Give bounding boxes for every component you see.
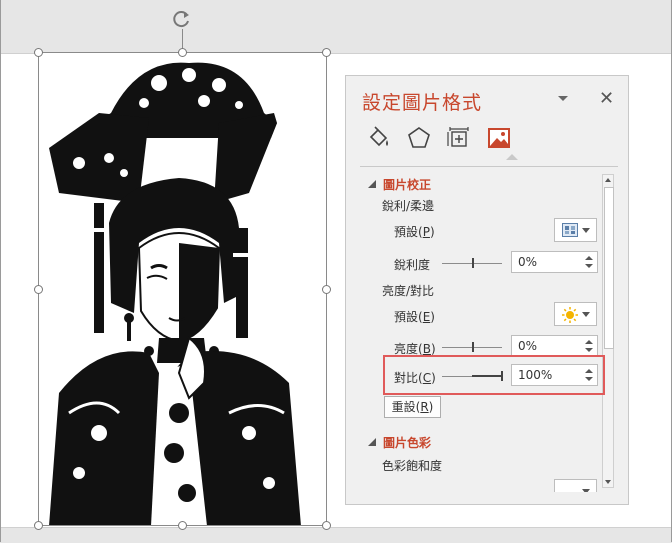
contrast-input[interactable] [512, 365, 582, 385]
pane-options-chevron-down-icon[interactable] [558, 92, 572, 106]
collapse-triangle-icon[interactable] [368, 438, 376, 446]
contrast-spinbox[interactable] [511, 364, 598, 386]
sharpness-decrease[interactable] [585, 264, 593, 268]
scroll-up-arrow-icon[interactable] [605, 178, 611, 182]
slide-canvas-top [0, 0, 672, 54]
brightness-contrast-heading: 亮度/對比 [382, 284, 435, 298]
section-picture-corrections[interactable]: 圖片校正 [383, 176, 431, 193]
resize-handle-left[interactable] [34, 285, 43, 294]
sharpness-spinbox[interactable] [511, 251, 598, 273]
scrollbar-thumb[interactable] [604, 187, 614, 349]
resize-handle-bottom[interactable] [178, 521, 187, 530]
brightness-increase[interactable] [585, 340, 593, 344]
contrast-label: 對比(C) [394, 371, 436, 385]
pane-scrollbar[interactable] [602, 174, 614, 488]
resize-handle-top[interactable] [178, 48, 187, 57]
pentagon-icon[interactable] [406, 125, 432, 151]
pane-scroll-area: 圖片校正 銳利/柔邊 預設(P) 銳利度 亮度/對比 預設(E) [346, 174, 630, 492]
resize-handle-top-right[interactable] [322, 48, 331, 57]
resize-handle-bottom-right[interactable] [322, 521, 331, 530]
brightness-input[interactable] [512, 336, 582, 356]
contrast-decrease[interactable] [585, 377, 593, 381]
reset-button[interactable]: 重設(R) [384, 396, 441, 418]
size-properties-icon[interactable] [446, 125, 472, 151]
preset-label-brightness: 預設(E) [394, 310, 435, 324]
sun-icon [562, 307, 578, 323]
active-tab-indicator [506, 154, 518, 160]
tab-divider [360, 166, 618, 167]
rotate-handle-icon[interactable] [172, 9, 192, 29]
section-picture-color[interactable]: 圖片色彩 [383, 434, 431, 451]
contrast-slider-thumb[interactable] [501, 371, 503, 381]
brightness-decrease[interactable] [585, 348, 593, 352]
format-picture-pane: 設定圖片格式 ✕ 圖片校正 銳利/柔邊 預設(P) 銳利度 0% 亮度/對比 預… [345, 75, 629, 505]
brightness-spinbox[interactable] [511, 335, 598, 357]
slide-canvas-bottom [0, 527, 672, 543]
brightness-label: 亮度(B) [394, 342, 436, 356]
selected-picture[interactable] [39, 53, 327, 526]
picture-icon[interactable] [486, 125, 512, 151]
scroll-down-arrow-icon[interactable] [605, 480, 611, 484]
collapse-triangle-icon[interactable] [368, 180, 376, 188]
sharpness-input[interactable] [512, 252, 582, 272]
sharpen-soften-heading: 銳利/柔邊 [382, 199, 435, 213]
contrast-slider-fill [472, 375, 502, 377]
sharpen-preset-dropdown[interactable] [554, 218, 597, 242]
brightness-contrast-preset-dropdown[interactable] [554, 302, 597, 326]
sharpness-label: 銳利度 [394, 258, 431, 272]
pane-tabs [360, 125, 618, 167]
pane-title: 設定圖片格式 [362, 92, 483, 114]
rotate-stem [182, 29, 183, 49]
sharpness-increase[interactable] [585, 256, 593, 260]
saturation-heading: 色彩飽和度 [382, 459, 443, 473]
brightness-slider-thumb[interactable] [472, 342, 474, 352]
pane-close-icon[interactable]: ✕ [599, 88, 614, 109]
resize-handle-right[interactable] [322, 285, 331, 294]
preset-label-sharpen: 預設(P) [394, 225, 435, 239]
sharpen-preset-icon [562, 223, 578, 237]
resize-handle-bottom-left[interactable] [34, 521, 43, 530]
saturation-preset-dropdown[interactable] [554, 479, 597, 492]
resize-handle-top-left[interactable] [34, 48, 43, 57]
paint-bucket-icon[interactable] [366, 125, 392, 151]
window-edge-left [0, 0, 1, 542]
sharpness-slider-thumb[interactable] [472, 258, 474, 268]
contrast-increase[interactable] [585, 369, 593, 373]
